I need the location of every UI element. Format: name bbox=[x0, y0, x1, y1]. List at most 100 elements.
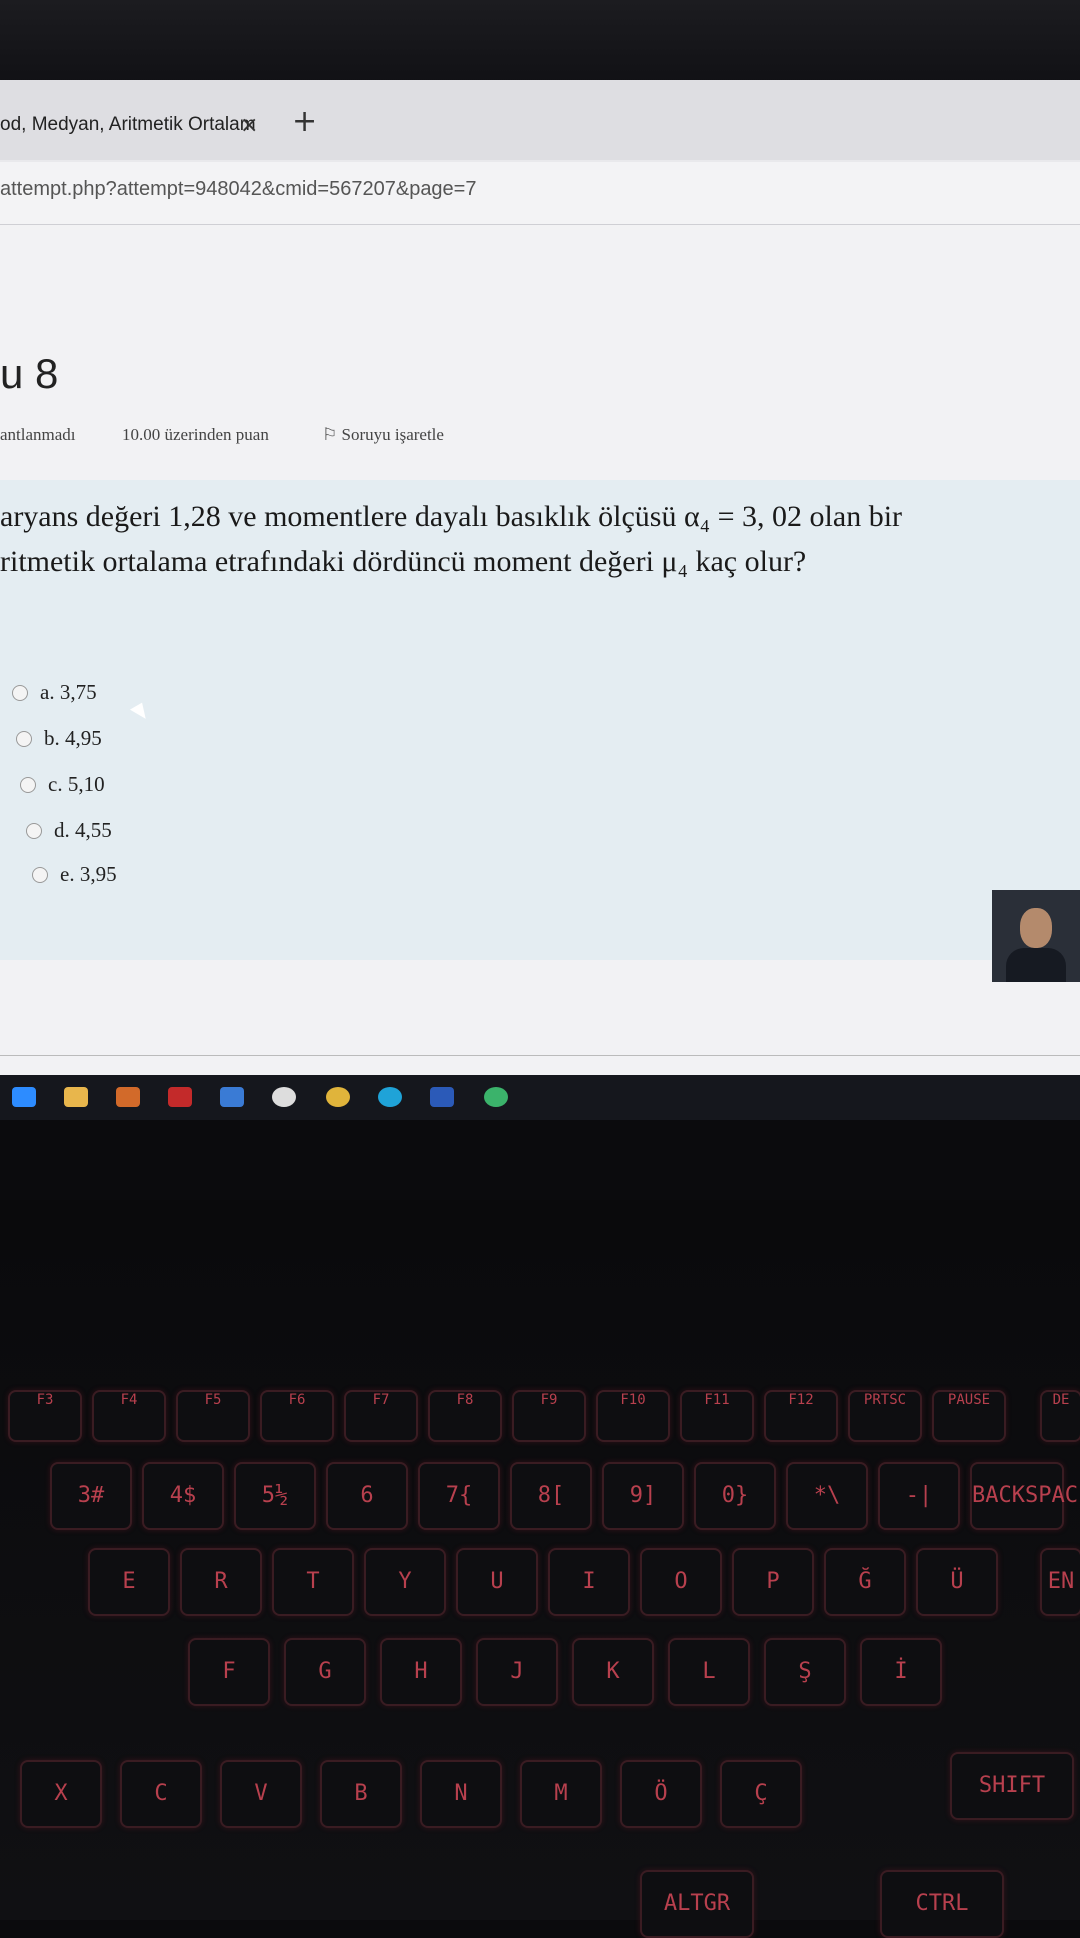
key-ctrl[interactable]: CTRL bbox=[880, 1870, 1004, 1938]
key-num[interactable]: 8[ bbox=[510, 1462, 592, 1530]
key-prtsc[interactable]: PRTSC bbox=[848, 1390, 922, 1442]
flag-question-link[interactable]: ⚐ Soruyu işaretle bbox=[322, 425, 444, 445]
key-letter[interactable]: B bbox=[320, 1760, 402, 1828]
key-letter[interactable]: N bbox=[420, 1760, 502, 1828]
key-f5[interactable]: F5 bbox=[176, 1390, 250, 1442]
folder-icon[interactable] bbox=[64, 1087, 88, 1107]
key-letter[interactable]: Ç bbox=[720, 1760, 802, 1828]
edge-icon[interactable] bbox=[378, 1087, 402, 1107]
key-num[interactable]: -| bbox=[878, 1462, 960, 1530]
key-num[interactable]: BACKSPAC bbox=[970, 1462, 1078, 1530]
key-letter[interactable]: K bbox=[572, 1638, 654, 1706]
key-letter[interactable]: I bbox=[548, 1548, 630, 1616]
key-num[interactable]: 7{ bbox=[418, 1462, 500, 1530]
new-tab-button[interactable]: + bbox=[292, 104, 317, 139]
key-altgr[interactable]: ALTGR bbox=[640, 1870, 754, 1938]
question-text-line-1: aryans değeri 1,28 ve momentlere dayalı … bbox=[0, 500, 903, 533]
key-letter[interactable]: E bbox=[88, 1548, 170, 1616]
flag-label: Soruyu işaretle bbox=[341, 425, 444, 444]
key-letter[interactable]: Ş bbox=[764, 1638, 846, 1706]
key-letter[interactable]: V bbox=[220, 1760, 302, 1828]
option-a[interactable]: a. 3,75 bbox=[12, 680, 97, 705]
key-f12[interactable]: F12 bbox=[764, 1390, 838, 1442]
key-num[interactable]: 5½ bbox=[234, 1462, 316, 1530]
key-letter[interactable]: Ü bbox=[916, 1548, 998, 1616]
word-icon[interactable] bbox=[430, 1087, 454, 1107]
key-num[interactable]: 6 bbox=[326, 1462, 408, 1530]
key-letter[interactable]: C bbox=[120, 1760, 202, 1828]
key-delete[interactable]: DE bbox=[1040, 1390, 1080, 1442]
radio-button[interactable] bbox=[20, 776, 36, 793]
divider bbox=[0, 1055, 1080, 1056]
option-label: a. 3,75 bbox=[40, 680, 97, 704]
key-f4[interactable]: F4 bbox=[92, 1390, 166, 1442]
option-e[interactable]: e. 3,95 bbox=[32, 862, 117, 887]
key-f6[interactable]: F6 bbox=[260, 1390, 334, 1442]
address-bar[interactable]: attempt.php?attempt=948042&cmid=567207&p… bbox=[0, 162, 1080, 225]
key-letter[interactable]: O bbox=[640, 1548, 722, 1616]
app-icon[interactable] bbox=[116, 1087, 140, 1107]
key-f9[interactable]: F9 bbox=[512, 1390, 586, 1442]
zoom-icon[interactable] bbox=[12, 1087, 36, 1107]
key-letter[interactable]: H bbox=[380, 1638, 462, 1706]
key-f7[interactable]: F7 bbox=[344, 1390, 418, 1442]
browser-tab-bar: od, Medyan, Aritmetik Ortalam × + bbox=[0, 80, 1080, 160]
key-num[interactable]: 0} bbox=[694, 1462, 776, 1530]
radio-button[interactable] bbox=[16, 730, 32, 747]
question-number: u 8 bbox=[0, 350, 59, 397]
laptop-screen: od, Medyan, Aritmetik Ortalam × + attemp… bbox=[0, 80, 1080, 1090]
taskbar bbox=[0, 1075, 1080, 1120]
person-face bbox=[1020, 908, 1052, 948]
close-icon[interactable]: × bbox=[240, 113, 258, 138]
app-icon-red[interactable] bbox=[168, 1087, 192, 1107]
whatsapp-icon[interactable] bbox=[484, 1087, 508, 1107]
option-label: b. 4,95 bbox=[44, 726, 102, 750]
option-d[interactable]: d. 4,55 bbox=[26, 818, 112, 843]
key-f10[interactable]: F10 bbox=[596, 1390, 670, 1442]
camera-icon[interactable] bbox=[272, 1087, 296, 1107]
option-label: c. 5,10 bbox=[48, 772, 105, 796]
option-label: e. 3,95 bbox=[60, 862, 117, 886]
key-f3[interactable]: F3 bbox=[8, 1390, 82, 1442]
key-num[interactable]: 9] bbox=[602, 1462, 684, 1530]
key-pause[interactable]: PAUSE bbox=[932, 1390, 1006, 1442]
question-text-line-2: ritmetik ortalama etrafındaki dördüncü m… bbox=[0, 545, 807, 578]
key-letter[interactable]: Y bbox=[364, 1548, 446, 1616]
key-letter[interactable]: Ğ bbox=[824, 1548, 906, 1616]
key-num[interactable]: *\ bbox=[786, 1462, 868, 1530]
key-letter[interactable]: R bbox=[180, 1548, 262, 1616]
radio-button[interactable] bbox=[26, 822, 42, 839]
flag-icon: ⚐ bbox=[322, 425, 342, 444]
monitor-bezel bbox=[0, 0, 1080, 90]
browser-tab[interactable]: od, Medyan, Aritmetik Ortalam × bbox=[0, 98, 270, 152]
key-shift[interactable]: SHIFT bbox=[950, 1752, 1074, 1820]
key-letter[interactable]: X bbox=[20, 1760, 102, 1828]
question-points: 10.00 üzerinden puan bbox=[122, 425, 269, 444]
radio-button[interactable] bbox=[12, 684, 28, 701]
question-status: antlanmadı bbox=[0, 425, 76, 444]
mail-icon[interactable] bbox=[220, 1087, 244, 1107]
key-letter[interactable]: İ bbox=[860, 1638, 942, 1706]
url-text[interactable]: attempt.php?attempt=948042&cmid=567207&p… bbox=[0, 178, 476, 201]
key-letter[interactable]: L bbox=[668, 1638, 750, 1706]
key-letter[interactable]: F bbox=[188, 1638, 270, 1706]
key-enter[interactable]: EN bbox=[1040, 1548, 1080, 1616]
person-body bbox=[1006, 948, 1066, 982]
key-letter[interactable]: G bbox=[284, 1638, 366, 1706]
key-num[interactable]: 3# bbox=[50, 1462, 132, 1530]
key-letter[interactable]: P bbox=[732, 1548, 814, 1616]
chrome-icon[interactable] bbox=[326, 1087, 350, 1107]
key-letter[interactable]: U bbox=[456, 1548, 538, 1616]
key-letter[interactable]: M bbox=[520, 1760, 602, 1828]
key-f8[interactable]: F8 bbox=[428, 1390, 502, 1442]
key-letter[interactable]: Ö bbox=[620, 1760, 702, 1828]
key-f11[interactable]: F11 bbox=[680, 1390, 754, 1442]
option-c[interactable]: c. 5,10 bbox=[20, 772, 105, 797]
key-letter[interactable]: J bbox=[476, 1638, 558, 1706]
webcam-preview bbox=[992, 890, 1080, 982]
quiz-page: u 8 antlanmadı 10.00 üzerinden puan ⚐ So… bbox=[0, 225, 1080, 1090]
option-b[interactable]: b. 4,95 bbox=[16, 726, 102, 751]
key-num[interactable]: 4$ bbox=[142, 1462, 224, 1530]
key-letter[interactable]: T bbox=[272, 1548, 354, 1616]
radio-button[interactable] bbox=[32, 866, 48, 883]
